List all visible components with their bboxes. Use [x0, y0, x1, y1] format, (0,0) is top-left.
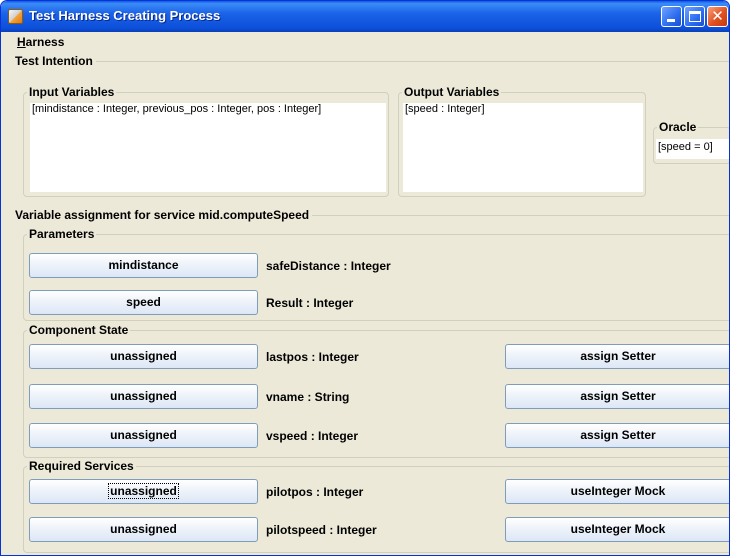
required-services-legend: Required Services — [29, 459, 134, 473]
service-pilotspeed-mock-button[interactable]: useInteger Mock — [505, 517, 729, 542]
state-lastpos-setter-button[interactable]: assign Setter — [505, 344, 729, 369]
input-variables-text[interactable]: [mindistance : Integer, previous_pos : I… — [30, 103, 386, 192]
minimize-icon — [667, 19, 675, 22]
maximize-icon — [689, 11, 701, 22]
component-state-legend: Component State — [29, 323, 129, 337]
variable-assignment-legend: Variable assignment for service mid.comp… — [15, 208, 310, 222]
param-speed-button[interactable]: speed — [29, 290, 258, 315]
service-pilotspeed-assign-button[interactable]: unassigned — [29, 517, 258, 542]
state-lastpos-label: lastpos : Integer — [266, 350, 359, 364]
input-variables-value: [mindistance : Integer, previous_pos : I… — [32, 103, 322, 115]
input-variables-legend: Input Variables — [29, 85, 115, 99]
oracle-text[interactable]: [speed = 0] — [656, 139, 729, 159]
focus-ring: unassigned — [108, 483, 179, 499]
java-app-icon — [8, 9, 23, 24]
state-vspeed-setter-button[interactable]: assign Setter — [505, 423, 729, 448]
test-intention-legend: Test Intention — [15, 54, 93, 68]
window-title: Test Harness Creating Process — [29, 8, 221, 23]
param-safedistance-label: safeDistance : Integer — [266, 259, 391, 273]
minimize-button[interactable] — [661, 6, 682, 27]
service-pilotpos-mock-button[interactable]: useInteger Mock — [505, 479, 729, 504]
oracle-legend: Oracle — [659, 120, 697, 134]
output-variables-legend: Output Variables — [404, 85, 500, 99]
output-variables-text[interactable]: [speed : Integer] — [403, 103, 643, 192]
state-lastpos-assign-button[interactable]: unassigned — [29, 344, 258, 369]
state-vname-label: vname : String — [266, 390, 350, 404]
oracle-value: [speed = 0] — [658, 141, 713, 153]
close-button[interactable]: ✕ — [707, 6, 728, 27]
parameters-legend: Parameters — [29, 227, 95, 241]
state-vspeed-label: vspeed : Integer — [266, 429, 359, 443]
service-pilotspeed-label: pilotspeed : Integer — [266, 523, 377, 537]
service-pilotpos-label: pilotpos : Integer — [266, 485, 364, 499]
param-mindistance-button[interactable]: mindistance — [29, 253, 258, 278]
output-variables-value: [speed : Integer] — [405, 103, 485, 115]
maximize-button[interactable] — [684, 6, 705, 27]
menu-harness[interactable]: Harness — [17, 35, 64, 49]
state-vspeed-assign-button[interactable]: unassigned — [29, 423, 258, 448]
state-vname-assign-button[interactable]: unassigned — [29, 384, 258, 409]
menu-bar: Harness — [1, 32, 729, 54]
state-vname-setter-button[interactable]: assign Setter — [505, 384, 729, 409]
param-result-label: Result : Integer — [266, 296, 354, 310]
title-bar[interactable]: Test Harness Creating Process ✕ — [1, 1, 729, 32]
service-pilotpos-assign-button[interactable]: unassigned — [29, 479, 258, 504]
close-icon: ✕ — [711, 7, 724, 25]
app-window: Test Harness Creating Process ✕ Harness … — [0, 0, 730, 556]
